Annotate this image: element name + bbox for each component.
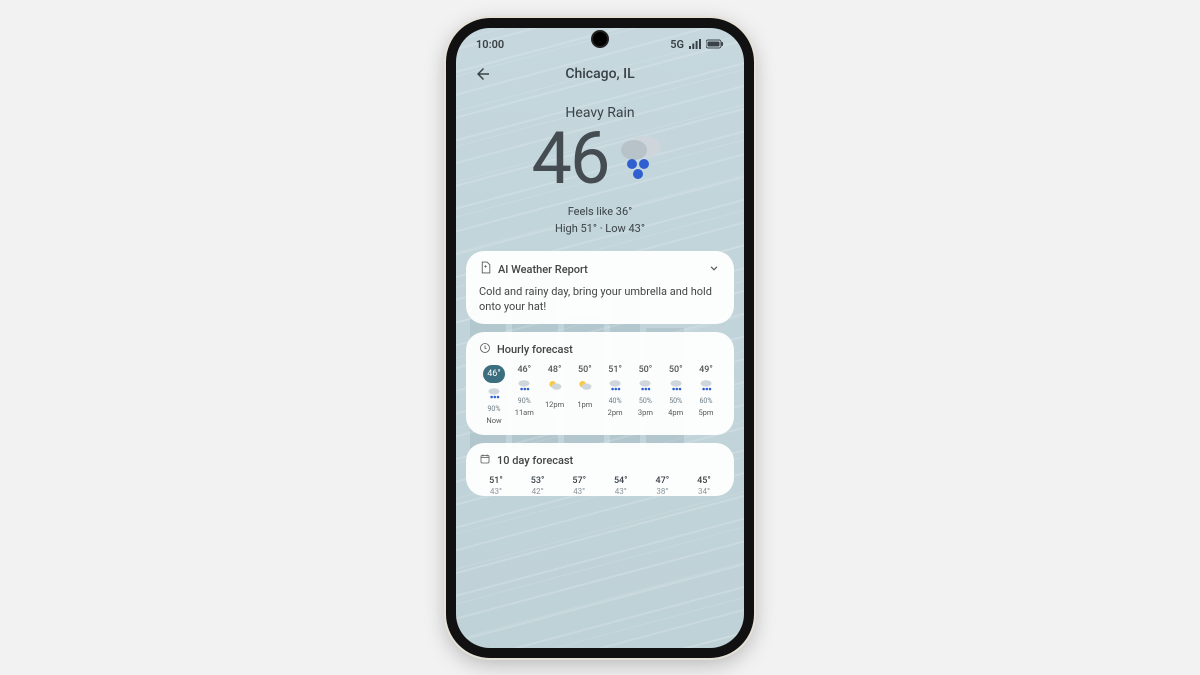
rain-icon: [516, 378, 532, 394]
day-low: 43°: [573, 487, 585, 496]
hour-item[interactable]: 46° 90% Now: [479, 365, 509, 425]
hour-temp: 50°: [578, 365, 592, 375]
day-high: 45°: [697, 476, 711, 486]
heavy-rain-icon: [614, 130, 668, 188]
hour-temp: 50°: [669, 365, 683, 375]
clock-icon: [479, 342, 491, 357]
hour-item[interactable]: 50° 1pm: [570, 365, 600, 425]
day-low: 43°: [490, 487, 502, 496]
day-item[interactable]: 47°38°: [645, 476, 679, 496]
hour-item[interactable]: 51° 40% 2pm: [600, 365, 630, 425]
hour-label: 3pm: [638, 408, 653, 417]
current-weather: Heavy Rain 46 Feels like 36° High: [456, 89, 744, 243]
precip-pct: 60%: [699, 397, 712, 405]
day-low: 38°: [656, 487, 668, 496]
hour-temp: 50°: [639, 365, 653, 375]
rain-icon: [486, 386, 502, 402]
day-item[interactable]: 54°43°: [604, 476, 638, 496]
temperature: 46: [532, 123, 609, 195]
precip-pct: 90%: [518, 397, 531, 405]
hourly-forecast-card[interactable]: Hourly forecast 46° 90% Now 46° 90% 11am 48° 12…: [466, 332, 734, 435]
hour-label: 5pm: [698, 408, 713, 417]
rain-icon: [698, 378, 714, 394]
screen: 10:00 5G Chicago, IL Heavy: [456, 28, 744, 648]
sparkle-doc-icon: [479, 261, 492, 277]
phone-frame: 10:00 5G Chicago, IL Heavy: [446, 18, 754, 658]
daily-title: 10 day forecast: [497, 454, 573, 467]
day-high: 57°: [572, 476, 586, 486]
high-low: High 51° · Low 43°: [456, 222, 744, 235]
ai-report-card[interactable]: AI Weather Report Cold and rainy day, br…: [466, 251, 734, 325]
location-title: Chicago, IL: [470, 66, 730, 82]
day-high: 53°: [531, 476, 545, 486]
day-item[interactable]: 51°43°: [479, 476, 513, 496]
battery-icon: [706, 39, 724, 49]
hour-temp: 51°: [608, 365, 622, 375]
feels-like: Feels like 36°: [456, 205, 744, 218]
hour-temp: 46°: [483, 365, 504, 383]
precip-pct: 90%: [488, 405, 501, 413]
precip-pct: 50%: [639, 397, 652, 405]
hour-label: 1pm: [577, 400, 592, 409]
hour-temp: 48°: [548, 365, 562, 375]
network-label: 5G: [670, 38, 684, 51]
ai-report-title: AI Weather Report: [498, 263, 588, 276]
signal-icon: [689, 39, 701, 49]
day-low: 43°: [615, 487, 627, 496]
precip-pct: 50%: [669, 397, 682, 405]
day-high: 54°: [614, 476, 628, 486]
ai-report-body: Cold and rainy day, bring your umbrella …: [479, 284, 721, 315]
hour-temp: 46°: [517, 365, 531, 375]
hour-label: 11am: [515, 408, 534, 417]
rain-icon: [668, 378, 684, 394]
chevron-down-icon: [707, 261, 721, 278]
day-item[interactable]: 53°42°: [521, 476, 555, 496]
front-camera: [593, 32, 607, 46]
day-item[interactable]: 57°43°: [562, 476, 596, 496]
partly-icon: [547, 378, 563, 394]
day-high: 47°: [656, 476, 670, 486]
calendar-icon: [479, 453, 491, 468]
precip-pct: 40%: [609, 397, 622, 405]
hour-label: 2pm: [608, 408, 623, 417]
hour-temp: 49°: [699, 365, 713, 375]
day-low: 42°: [532, 487, 544, 496]
partly-icon: [577, 378, 593, 394]
daily-forecast-card[interactable]: 10 day forecast 51°43°53°42°57°43°54°43°…: [466, 443, 734, 496]
hour-item[interactable]: 49° 60% 5pm: [691, 365, 721, 425]
hour-label: 4pm: [668, 408, 683, 417]
hour-label: 12pm: [545, 400, 564, 409]
rain-icon: [607, 378, 623, 394]
day-high: 51°: [489, 476, 503, 486]
day-item[interactable]: 45°34°: [687, 476, 721, 496]
hour-item[interactable]: 50° 50% 3pm: [630, 365, 660, 425]
hourly-title: Hourly forecast: [497, 343, 573, 356]
hour-label: Now: [486, 416, 501, 425]
hour-item[interactable]: 46° 90% 11am: [509, 365, 539, 425]
hour-item[interactable]: 50° 50% 4pm: [661, 365, 691, 425]
day-low: 34°: [698, 487, 710, 496]
hour-item[interactable]: 48° 12pm: [540, 365, 570, 425]
status-time: 10:00: [476, 38, 504, 51]
rain-icon: [637, 378, 653, 394]
